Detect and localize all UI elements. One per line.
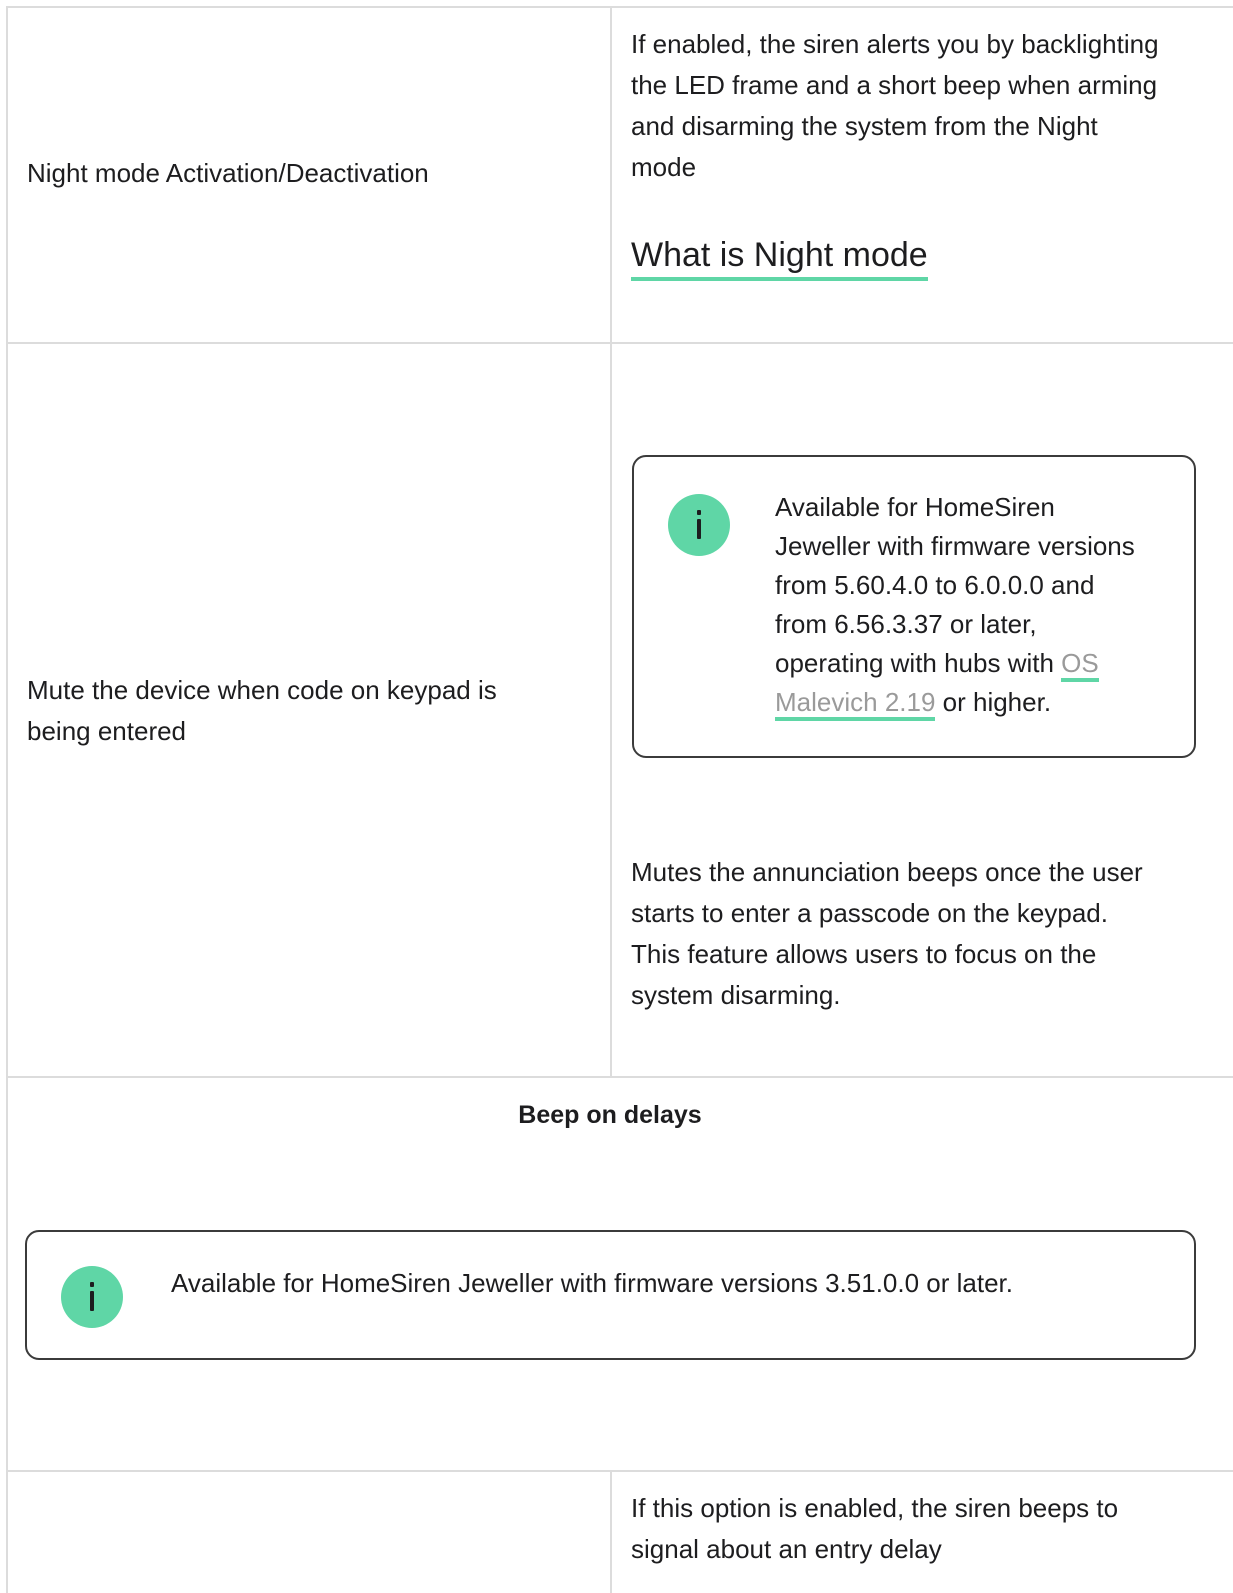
description-line: If enabled, the siren alerts you by back… — [631, 29, 1159, 59]
note-line: from 6.56.3.37 or later, — [775, 609, 1037, 639]
info-icon — [61, 1266, 123, 1328]
description-line: If this option is enabled, the siren bee… — [631, 1493, 1119, 1523]
description-line: system disarming. — [631, 980, 841, 1010]
setting-description: If this option is enabled, the siren bee… — [631, 1488, 1118, 1570]
os-malevich-link-part2[interactable]: Malevich 2.19 — [775, 687, 936, 721]
note-line: from 5.60.4.0 to 6.0.0.0 and — [775, 570, 1095, 600]
description-line: signal about an entry delay — [631, 1534, 942, 1564]
row-divider — [6, 1076, 1233, 1078]
column-divider — [610, 1471, 612, 1593]
setting-name-line: being entered — [27, 716, 187, 746]
info-icon — [668, 494, 730, 556]
note-line: Jeweller with firmware versions — [775, 531, 1135, 561]
note-line: Available for HomeSiren — [775, 492, 1055, 522]
description-line: and disarming the system from the Night — [631, 111, 1098, 141]
section-title: Beep on delays — [518, 1101, 702, 1129]
setting-name-line: Mute the device when code on keypad is — [27, 675, 497, 705]
row-divider — [6, 342, 1233, 344]
description-line: This feature allows users to focus on th… — [631, 939, 1097, 969]
os-malevich-link-part1[interactable]: OS — [1061, 648, 1099, 682]
column-divider — [610, 8, 612, 1076]
row-divider — [6, 1470, 1233, 1472]
table-top-border — [6, 6, 1233, 8]
note-text: Available for HomeSiren Jeweller with fi… — [171, 1268, 1013, 1298]
note-line: Malevich 2.19 or higher. — [775, 683, 1135, 722]
note-text: Available for HomeSiren Jeweller with fi… — [775, 488, 1135, 722]
what-is-night-mode-link[interactable]: What is Night mode — [631, 233, 928, 281]
firmware-note: Available for HomeSiren Jeweller with fi… — [632, 455, 1196, 758]
setting-name: Mute the device when code on keypad is b… — [27, 670, 497, 752]
description-line: starts to enter a passcode on the keypad… — [631, 898, 1108, 928]
note-line-text: or higher. — [935, 687, 1052, 717]
setting-description: If enabled, the siren alerts you by back… — [631, 24, 1159, 188]
description-line: Mutes the annunciation beeps once the us… — [631, 857, 1143, 887]
description-line: the LED frame and a short beep when armi… — [631, 70, 1158, 100]
description-line: mode — [631, 152, 697, 182]
note-line-text: operating with hubs with — [775, 648, 1062, 678]
setting-description: Mutes the annunciation beeps once the us… — [631, 852, 1143, 1016]
setting-name: Night mode Activation/Deactivation — [27, 158, 429, 188]
note-line: operating with hubs with OS — [775, 644, 1135, 683]
table-left-border — [6, 8, 8, 1593]
firmware-note: Available for HomeSiren Jeweller with fi… — [25, 1230, 1196, 1360]
